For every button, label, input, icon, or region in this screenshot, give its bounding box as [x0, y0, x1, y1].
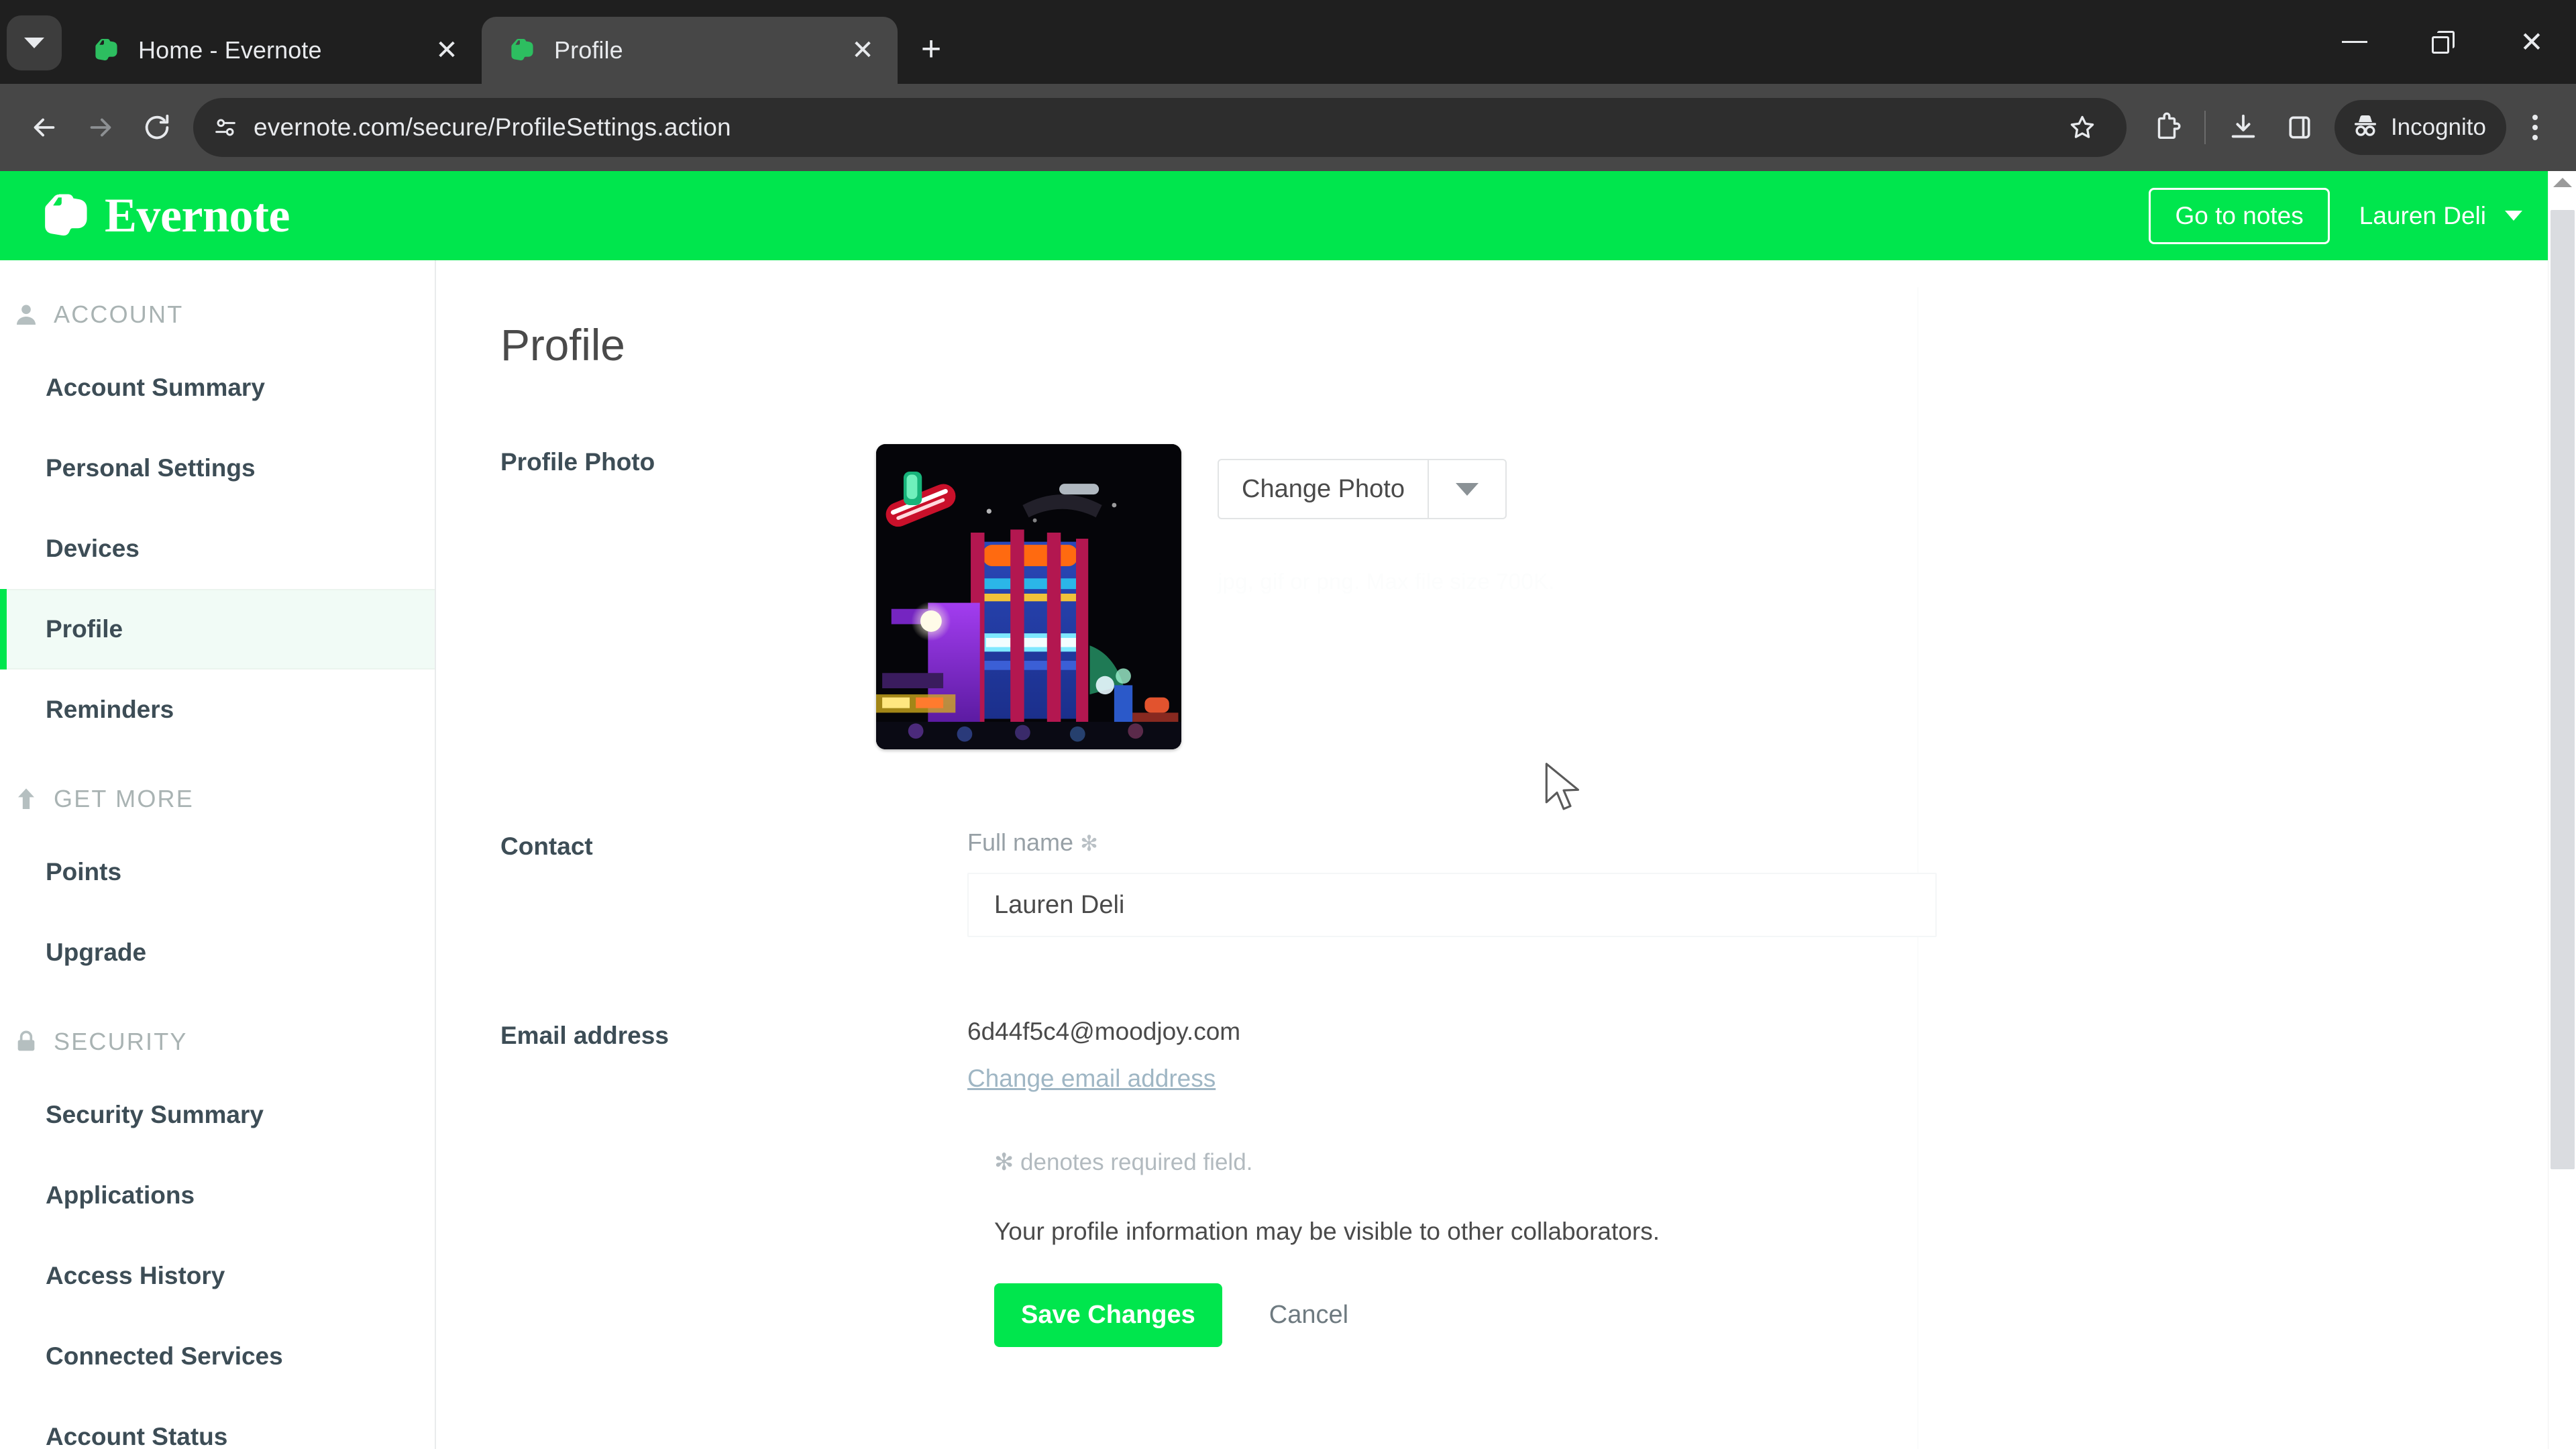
sidebar-item-account-status[interactable]: Account Status — [0, 1397, 435, 1449]
caret-down-icon — [1455, 482, 1479, 496]
side-panel-icon[interactable] — [2271, 99, 2328, 156]
url-text: evernote.com/secure/ProfileSettings.acti… — [254, 113, 731, 141]
save-changes-button[interactable]: Save Changes — [994, 1283, 1222, 1347]
extensions-puzzle-icon[interactable] — [2139, 99, 2195, 156]
back-arrow-icon[interactable] — [16, 99, 72, 156]
settings-sidebar: ACCOUNT Account Summary Personal Setting… — [0, 260, 436, 1449]
evernote-favicon — [508, 36, 537, 64]
tab-close-button[interactable]: ✕ — [427, 30, 467, 70]
sidebar-item-reminders[interactable]: Reminders — [0, 669, 435, 750]
cancel-button[interactable]: Cancel — [1269, 1301, 1348, 1330]
incognito-label: Incognito — [2390, 114, 2486, 140]
collaborators-note: Your profile information may be visible … — [994, 1218, 1660, 1245]
email-address-label: Email address — [500, 1022, 669, 1049]
forward-arrow-icon[interactable] — [72, 99, 129, 156]
reload-icon[interactable] — [129, 99, 185, 156]
full-name-field-label: Full name ✻ — [967, 828, 2576, 857]
contact-row: Contact Full name ✻ Lauren Deli — [436, 828, 2576, 937]
maximize-button[interactable] — [2399, 0, 2487, 84]
photo-format-hint: jpg, gif or png. Max file size 700K. — [1218, 569, 1555, 594]
minimize-button[interactable] — [2310, 0, 2399, 84]
chevron-down-icon — [24, 38, 44, 48]
close-button[interactable]: ✕ — [2487, 0, 2576, 84]
tab-strip: Home - Evernote ✕ Profile ✕ + ✕ — [0, 0, 2576, 84]
tab-close-button[interactable]: ✕ — [843, 30, 883, 70]
sidebar-item-personal-settings[interactable]: Personal Settings — [0, 428, 435, 508]
browser-tab-profile[interactable]: Profile ✕ — [482, 17, 898, 84]
evernote-wordmark: Evernote — [105, 189, 290, 242]
page-viewport: Evernote Go to notes Lauren Deli ACCOUNT — [0, 171, 2576, 1449]
form-actions: Save Changes Cancel — [436, 1283, 2576, 1347]
email-address-value: 6d44f5c4@moodjoy.com — [967, 1018, 1241, 1045]
lock-icon — [11, 1026, 42, 1057]
required-asterisk: ✻ — [1080, 831, 1098, 855]
sidebar-item-security-summary[interactable]: Security Summary — [0, 1075, 435, 1155]
sidebar-item-points[interactable]: Points — [0, 832, 435, 912]
go-to-notes-button[interactable]: Go to notes — [2149, 187, 2330, 244]
sidebar-item-devices[interactable]: Devices — [0, 508, 435, 589]
settings-main: Profile Profile Photo Change Photo jpg, … — [436, 260, 2576, 1449]
required-field-note: ✻ denotes required field. — [994, 1149, 1253, 1175]
user-name-label: Lauren Deli — [2359, 201, 2486, 229]
browser-tab-home[interactable]: Home - Evernote ✕ — [66, 17, 482, 84]
evernote-elephant-icon — [40, 190, 93, 242]
sidebar-item-access-history[interactable]: Access History — [0, 1236, 435, 1316]
browser-toolbar: evernote.com/secure/ProfileSettings.acti… — [0, 84, 2576, 171]
sidebar-section-label: SECURITY — [54, 1028, 188, 1055]
sidebar-section-label: GET MORE — [54, 785, 194, 812]
incognito-indicator[interactable]: Incognito — [2334, 100, 2506, 155]
sidebar-section-label: ACCOUNT — [54, 301, 184, 328]
sidebar-item-account-summary[interactable]: Account Summary — [0, 347, 435, 428]
address-bar[interactable]: evernote.com/secure/ProfileSettings.acti… — [193, 98, 2127, 157]
sidebar-item-profile[interactable]: Profile — [0, 589, 435, 669]
page-title: Profile — [500, 320, 625, 370]
evernote-favicon — [93, 36, 121, 64]
page-scrollbar[interactable] — [2548, 171, 2576, 1449]
change-email-address-link[interactable]: Change email address — [967, 1065, 1216, 1093]
browser-window: Home - Evernote ✕ Profile ✕ + ✕ evernote… — [0, 0, 2576, 1449]
evernote-logo[interactable]: Evernote — [40, 188, 290, 244]
profile-photo-label: Profile Photo — [500, 448, 655, 476]
up-arrow-icon — [11, 784, 42, 814]
email-row: Email address 6d44f5c4@moodjoy.com Chang… — [436, 1018, 2576, 1093]
sidebar-item-connected-services[interactable]: Connected Services — [0, 1316, 435, 1397]
person-icon — [11, 299, 42, 330]
profile-photo-thumbnail[interactable] — [876, 444, 1181, 749]
tab-title: Home - Evernote — [138, 36, 322, 64]
kebab-menu-icon[interactable] — [2510, 99, 2560, 156]
scroll-up-arrow-icon[interactable] — [2553, 178, 2572, 187]
change-photo-dropdown[interactable]: Change Photo — [1218, 459, 1507, 519]
window-controls: ✕ — [2310, 0, 2576, 84]
site-settings-icon[interactable] — [205, 107, 246, 148]
tab-search-button[interactable] — [7, 15, 62, 70]
full-name-input[interactable]: Lauren Deli — [967, 873, 1937, 937]
toolbar-divider — [2204, 111, 2206, 144]
profile-photo-row: Profile Photo Change Photo jpg, gif or p… — [436, 444, 2576, 749]
caret-down-icon — [2505, 211, 2522, 221]
download-icon[interactable] — [2215, 99, 2271, 156]
new-tab-button[interactable]: + — [907, 25, 955, 73]
tab-title: Profile — [554, 36, 623, 64]
change-photo-label: Change Photo — [1242, 474, 1405, 503]
sidebar-section-get-more: GET MORE — [0, 771, 435, 826]
scrollbar-thumb[interactable] — [2551, 210, 2575, 1169]
site-header: Evernote Go to notes Lauren Deli — [0, 171, 2576, 260]
sidebar-item-applications[interactable]: Applications — [0, 1155, 435, 1236]
sidebar-item-upgrade[interactable]: Upgrade — [0, 912, 435, 993]
full-name-label-text: Full name — [967, 828, 1074, 856]
sidebar-section-account: ACCOUNT — [0, 287, 435, 342]
star-icon[interactable] — [2054, 99, 2110, 156]
contact-label: Contact — [500, 833, 593, 860]
change-photo-caret-button[interactable] — [1427, 460, 1505, 518]
user-menu[interactable]: Lauren Deli — [2359, 202, 2522, 230]
sidebar-section-security: SECURITY — [0, 1014, 435, 1069]
incognito-hat-icon — [2349, 110, 2381, 146]
